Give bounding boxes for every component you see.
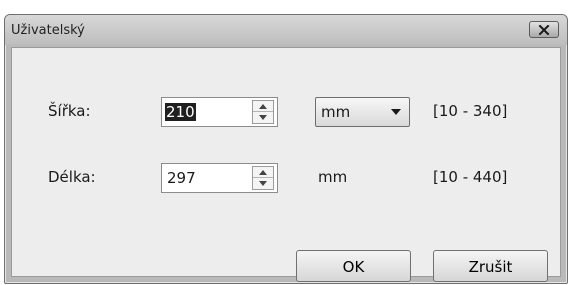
width-spinbox[interactable]: 210 xyxy=(161,97,278,127)
close-icon xyxy=(538,24,550,35)
width-spin-buttons[interactable] xyxy=(252,100,274,124)
length-unit: mm xyxy=(318,168,348,186)
arrow-down-icon xyxy=(259,181,267,186)
length-label: Délka: xyxy=(48,168,96,186)
length-range: [10 - 440] xyxy=(433,168,508,186)
length-input[interactable]: 297 xyxy=(167,169,196,187)
arrow-down-icon xyxy=(259,115,267,120)
close-button[interactable] xyxy=(529,21,559,38)
width-unit-select[interactable]: mm xyxy=(315,97,410,127)
ok-button[interactable]: OK xyxy=(296,250,411,282)
arrow-up-icon xyxy=(259,169,267,175)
length-spin-down[interactable] xyxy=(253,178,273,189)
cancel-button[interactable]: Zrušit xyxy=(433,250,548,282)
width-range: [10 - 340] xyxy=(433,102,508,120)
length-spin-buttons[interactable] xyxy=(252,166,274,190)
dialog-window: Uživatelský Šířka: 210 mm [10 - 340] Dél… xyxy=(4,14,568,284)
width-spin-down[interactable] xyxy=(253,112,273,123)
title-bar[interactable]: Uživatelský xyxy=(5,15,567,45)
arrow-up-icon xyxy=(259,103,267,109)
width-unit-value: mm xyxy=(321,103,351,121)
width-label: Šířka: xyxy=(48,102,91,120)
width-spin-up[interactable] xyxy=(253,101,273,112)
width-input[interactable]: 210 xyxy=(165,103,196,121)
window-title: Uživatelský xyxy=(11,23,85,38)
chevron-down-icon xyxy=(391,109,401,115)
length-spinbox[interactable]: 297 xyxy=(161,163,278,193)
dialog-content: Šířka: 210 mm [10 - 340] Délka: 297 mm [… xyxy=(11,47,561,282)
length-spin-up[interactable] xyxy=(253,167,273,178)
